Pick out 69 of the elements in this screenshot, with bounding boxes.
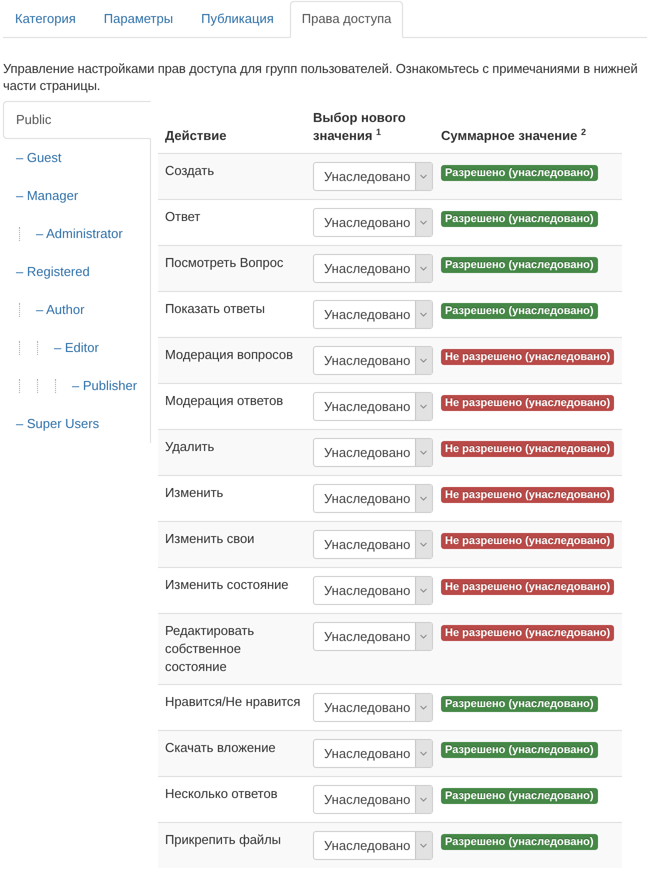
action-cell: Прикрепить файлы	[158, 822, 306, 868]
inherit-dropdown[interactable]: Унаследовано	[313, 300, 433, 329]
description-text: Управление настройками прав доступа для групп пользователей. Ознакомьтесь с примечаниями в нижней части страницы.	[3, 60, 639, 94]
caret-icon	[415, 694, 432, 721]
action-cell: Удалить	[158, 430, 306, 476]
action-cell: Редактировать собственное состояние	[158, 614, 306, 684]
action-cell: Посмотреть Вопрос	[158, 246, 306, 292]
permission-badge: Не разрешено (унаследовано)	[441, 579, 614, 595]
inherit-dropdown[interactable]: Унаследовано	[313, 530, 433, 559]
permission-badge: Разрешено (унаследовано)	[441, 257, 598, 273]
inherit-dropdown[interactable]: Унаследовано	[313, 484, 433, 513]
inherit-dropdown[interactable]: Унаследовано	[313, 392, 433, 421]
inherit-dropdown[interactable]: Унаследовано	[313, 576, 433, 605]
tab[interactable]: Публикация	[189, 1, 286, 38]
user-group-item[interactable]: – Publisher	[3, 367, 151, 405]
permission-badge: Не разрешено (унаследовано)	[441, 487, 614, 503]
permission-badge: Разрешено (унаследовано)	[441, 834, 598, 850]
caret-icon	[415, 393, 432, 420]
permission-badge: Не разрешено (унаследовано)	[441, 441, 614, 457]
inherit-dropdown[interactable]: Унаследовано	[313, 438, 433, 467]
permission-badge: Разрешено (унаследовано)	[441, 742, 598, 758]
tree-guide-icon	[19, 341, 20, 355]
permission-badge: Не разрешено (унаследовано)	[441, 395, 614, 411]
permission-badge: Разрешено (унаследовано)	[441, 788, 598, 804]
caret-icon	[415, 577, 432, 604]
user-group-item[interactable]: – Registered	[3, 253, 151, 291]
tab[interactable]: Категория	[3, 1, 88, 38]
inherit-dropdown[interactable]: Унаследовано	[313, 693, 433, 722]
tab[interactable]: Параметры	[92, 1, 186, 38]
inherit-dropdown[interactable]: Унаследовано	[313, 162, 433, 191]
tree-guide-icon	[37, 341, 38, 355]
column-header: Действие	[158, 101, 306, 154]
permission-badge: Разрешено (унаследовано)	[441, 211, 598, 227]
tree-guide-icon	[19, 379, 20, 393]
column-header: Выбор нового значения $^{1}$	[306, 101, 433, 154]
action-cell: Модерация вопросов	[158, 338, 306, 384]
inherit-dropdown[interactable]: Унаследовано	[313, 346, 433, 375]
inherit-dropdown[interactable]: Унаследовано	[313, 622, 433, 651]
permission-badge: Разрешено (унаследовано)	[441, 696, 598, 712]
action-cell: Создать	[158, 154, 306, 200]
action-cell: Изменить свои	[158, 522, 306, 568]
action-cell: Скачать вложение	[158, 730, 306, 776]
inherit-dropdown[interactable]: Унаследовано	[313, 831, 433, 860]
caret-icon	[415, 485, 432, 512]
tree-guide-icon	[55, 379, 56, 393]
permission-badge: Не разрешено (унаследовано)	[441, 625, 614, 641]
permission-badge: Разрешено (унаследовано)	[441, 303, 598, 319]
caret-icon	[415, 786, 432, 813]
user-group-item[interactable]: – Guest	[3, 139, 151, 177]
user-group-item[interactable]: – Administrator	[3, 215, 151, 253]
user-group-item[interactable]: – Author	[3, 291, 151, 329]
inherit-dropdown[interactable]: Унаследовано	[313, 785, 433, 814]
caret-icon	[415, 209, 432, 236]
user-group-item[interactable]: – Super Users	[3, 405, 151, 443]
user-group-item[interactable]: – Editor	[3, 329, 151, 367]
permission-badge: Не разрешено (унаследовано)	[441, 349, 614, 365]
tree-guide-icon	[19, 303, 20, 317]
tree-guide-icon	[37, 379, 38, 393]
column-header: Суммарное значение $^{2}$	[433, 101, 622, 154]
permission-badge: Разрешено (унаследовано)	[441, 165, 598, 181]
user-group-item[interactable]: – Manager	[3, 177, 151, 215]
permission-badge: Не разрешено (унаследовано)	[441, 533, 614, 549]
inherit-dropdown[interactable]: Унаследовано	[313, 254, 433, 283]
tree-guide-icon	[19, 227, 20, 241]
caret-icon	[415, 301, 432, 328]
inherit-dropdown[interactable]: Унаследовано	[313, 739, 433, 768]
user-group-item[interactable]: Public	[3, 101, 151, 139]
tab[interactable]: Права доступа	[290, 1, 404, 38]
inherit-dropdown[interactable]: Унаследовано	[313, 208, 433, 237]
